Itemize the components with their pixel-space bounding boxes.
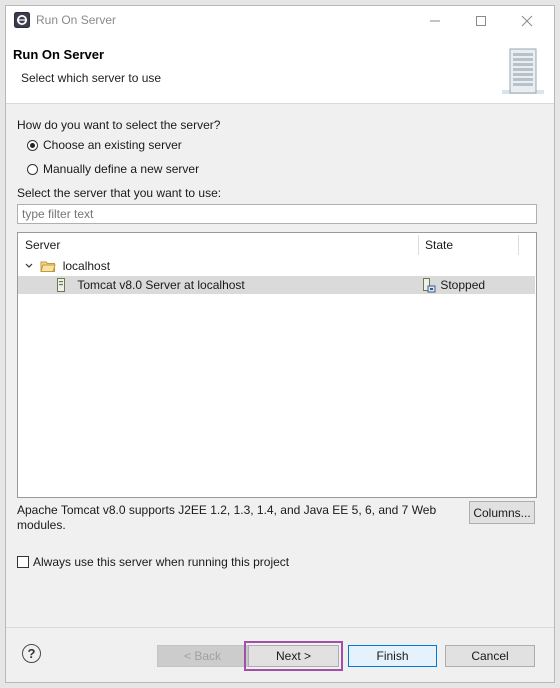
help-icon[interactable]: ? [22, 644, 41, 663]
maximize-button[interactable] [458, 6, 504, 36]
filter-input[interactable] [17, 204, 537, 224]
chevron-down-icon[interactable] [24, 257, 34, 275]
minimize-icon [430, 20, 440, 22]
radio-manually-define[interactable]: Manually define a new server [27, 162, 199, 176]
title-bar: Run On Server [6, 6, 554, 36]
radio-label: Choose an existing server [43, 138, 182, 152]
server-tower-icon [502, 48, 544, 94]
run-on-server-dialog: Run On Server Run On Server Select which… [5, 5, 555, 683]
table-row[interactable]: Tomcat v8.0 Server at localhost [56, 276, 245, 294]
minimize-button[interactable] [412, 6, 458, 36]
close-icon [521, 15, 533, 27]
radio-button-selected[interactable] [27, 139, 38, 151]
server-select-prompt: Select the server that you want to use: [17, 186, 222, 200]
next-button[interactable]: Next > [244, 641, 343, 671]
close-button[interactable] [504, 6, 550, 36]
server-state-cell: Stopped [422, 276, 485, 294]
tree-group-label: localhost [62, 259, 111, 273]
window-title: Run On Server [36, 13, 117, 27]
radio-button[interactable] [27, 163, 38, 175]
always-use-checkbox[interactable] [17, 556, 29, 568]
radio-choose-existing[interactable]: Choose an existing server [27, 138, 182, 152]
server-stopped-icon [423, 278, 436, 293]
cancel-button[interactable]: Cancel [445, 645, 535, 667]
folder-open-icon [40, 261, 57, 272]
finish-button[interactable]: Finish [348, 645, 437, 667]
column-header-server[interactable]: Server [25, 233, 60, 257]
server-state: Stopped [440, 278, 486, 292]
column-divider[interactable] [518, 235, 519, 255]
radio-label: Manually define a new server [43, 162, 200, 176]
always-use-label: Always use this server when running this… [33, 555, 290, 569]
column-header-state[interactable]: State [425, 233, 453, 257]
eclipse-app-icon [14, 12, 30, 28]
server-icon [57, 278, 65, 292]
banner-title: Run On Server [13, 47, 105, 62]
server-description: Apache Tomcat v8.0 supports J2EE 1.2, 1.… [17, 503, 437, 532]
banner-subtitle: Select which server to use [21, 71, 162, 85]
selection-question: How do you want to select the server? [17, 118, 221, 132]
back-button[interactable]: < Back [157, 645, 248, 667]
header-banner: Run On Server Select which server to use [6, 36, 554, 104]
column-divider[interactable] [418, 235, 419, 255]
footer-divider [6, 627, 554, 628]
maximize-icon [476, 16, 486, 26]
server-tree-table[interactable]: Server State localhost Tomcat v8.0 Serve… [17, 232, 537, 498]
tree-group-localhost[interactable]: localhost [24, 257, 110, 275]
server-name: Tomcat v8.0 Server at localhost [77, 278, 245, 292]
columns-button[interactable]: Columns... [469, 501, 535, 524]
